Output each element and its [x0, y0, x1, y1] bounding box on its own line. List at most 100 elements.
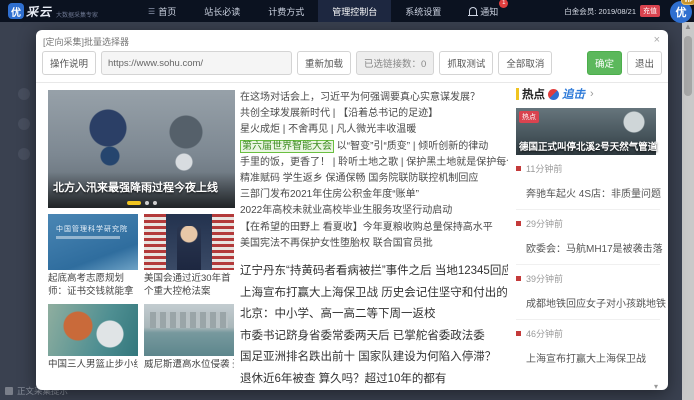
- selected-count-indicator: 已选链接数：0: [356, 51, 434, 75]
- sign-text: 中国管理科学研究院: [56, 224, 128, 234]
- yellow-bar-icon: [516, 88, 519, 100]
- headline[interactable]: 手里的饭，更香了！ | 聆听土地之歌 | 保护黑土地就是保护每个…: [240, 155, 508, 171]
- hamburger-icon: ☰: [148, 7, 155, 16]
- thumb-image-sign: 中国管理科学研究院: [48, 214, 138, 270]
- help-button[interactable]: 操作说明: [42, 51, 96, 75]
- carousel-dot[interactable]: [145, 201, 149, 205]
- news-thumb[interactable]: 威尼斯遭高水位侵袭 圣: [144, 304, 234, 372]
- scroll-down-icon[interactable]: ▾: [654, 382, 658, 390]
- headline[interactable]: 辽宁丹东“持黄码者看病被拦”事件之后 当地12345回应: [240, 261, 508, 283]
- nav-item-pricing[interactable]: 计费方式: [254, 0, 318, 22]
- hotspot-item: 46分钟前 上海宣布打赢大上海保卫战: [516, 320, 660, 374]
- headline[interactable]: 退休近6年被查 算久吗？超过10年的都有: [240, 369, 508, 390]
- headline-column: 在这场对话会上，习近平为何强调要真心实意谋发展？ 共创全球发展新时代 | 【沿着…: [240, 90, 508, 390]
- embedded-webpage: 北方入汛来最强降雨过程今夜上线 中国管理科学研究院 起底高考志愿规划师：证书交钱…: [36, 84, 668, 390]
- hotspot-sidebar: 热点 追击 › 热点 德国正式叫停北溪2号天然气管道 11分钟前 奔驰车起火 4…: [516, 86, 660, 374]
- hotspot-news-link[interactable]: 欧委会：马航MH17是被袭击落: [526, 240, 660, 255]
- nav-menu: ☰首页 站长必读 计费方式 管理控制台 系统设置 通知 1: [134, 0, 512, 22]
- page-scrollbar[interactable]: ▲: [682, 22, 694, 400]
- thumb-caption[interactable]: 中国三人男篮止步小组赛: [48, 359, 138, 372]
- headline[interactable]: 北京：中小学、高一高二等下周一返校: [240, 304, 508, 326]
- headline[interactable]: 美国宪法不再保护女性堕胎权 联合国官员批: [240, 236, 508, 252]
- cancel-all-button[interactable]: 全部取消: [498, 51, 552, 75]
- red-bullet-icon: [516, 166, 521, 171]
- nav-item-home[interactable]: ☰首页: [134, 0, 190, 22]
- headline[interactable]: 国足亚洲排名跌出前十 国家队建设为何陷入停滞？: [240, 347, 508, 369]
- hotspot-featured-card[interactable]: 热点 德国正式叫停北溪2号天然气管道: [516, 108, 656, 155]
- thumb-caption[interactable]: 起底高考志愿规划师：证书交钱就能拿: [48, 273, 138, 298]
- modal-title: [定向采集]批量选择器: [43, 35, 129, 48]
- thumb-caption[interactable]: 威尼斯遭高水位侵袭 圣: [144, 359, 234, 372]
- vip-logo-initial: 优: [676, 4, 687, 20]
- hot-badge: 热点: [519, 111, 539, 123]
- left-column: 北方入汛来最强降雨过程今夜上线 中国管理科学研究院 起底高考志愿规划师：证书交钱…: [48, 90, 235, 372]
- membership-info: 白金会员: 2019/08/21: [564, 6, 636, 17]
- scrollbar-up-icon[interactable]: ▲: [682, 22, 694, 31]
- hotspot-title-right: 追击: [562, 86, 585, 102]
- nav-item-settings[interactable]: 系统设置: [391, 0, 455, 22]
- headline[interactable]: 上海宣布打赢大上海保卫战 历史会记住坚守和付出的所有人: [240, 283, 508, 305]
- hotspot-title-left: 热点: [522, 86, 545, 102]
- confirm-button[interactable]: 确定: [587, 51, 622, 75]
- carousel-indicator: [127, 201, 157, 205]
- url-input[interactable]: [101, 51, 292, 75]
- hotspot-news-link[interactable]: 奔驰车起火 4S店：非质量问题: [526, 185, 660, 200]
- headline[interactable]: 2022年高校未就业高校毕业生服务攻坚行动启动: [240, 203, 508, 219]
- headline[interactable]: 共创全球发展新时代 | 【沿着总书记的足迹】: [240, 106, 508, 122]
- carousel-dot[interactable]: [153, 201, 157, 205]
- headline-rest[interactable]: 以“智变”引“质变” | 倾听创新的律动: [334, 141, 488, 152]
- headline[interactable]: 星火成炬 | 不舍再见 | 凡人微光丰收温暖: [240, 122, 508, 138]
- hotspot-logo-icon: [548, 89, 559, 100]
- logo-icon: 优: [8, 3, 24, 19]
- news-thumb[interactable]: 美国会通过近30年首个重大控枪法案: [144, 214, 234, 298]
- nav-item-console[interactable]: 管理控制台: [318, 0, 391, 22]
- app-logo[interactable]: 优 采云 大数据采集专家: [8, 3, 98, 20]
- selected-element-highlight[interactable]: 第六届世界智能大会: [240, 140, 334, 153]
- hotspot-header[interactable]: 热点 追击 ›: [516, 86, 660, 102]
- vip-logo[interactable]: 优 VIP: [670, 1, 692, 23]
- nav-item-notifications[interactable]: 通知 1: [455, 0, 512, 22]
- headline[interactable]: 三部门发布2021年住房公积金年度“账单”: [240, 187, 508, 203]
- hotspot-news-link[interactable]: 上海宣布打赢大上海保卫战: [526, 350, 660, 365]
- carousel-caption[interactable]: 北方入汛来最强降雨过程今夜上线: [53, 179, 218, 195]
- red-bullet-icon: [516, 221, 521, 226]
- sign-subline: [56, 236, 120, 239]
- bell-icon: [469, 7, 477, 15]
- news-thumb[interactable]: 中国管理科学研究院 起底高考志愿规划师：证书交钱就能拿: [48, 214, 138, 298]
- headline[interactable]: 在这场对话会上，习近平为何强调要真心实意谋发展？: [240, 90, 508, 106]
- nav-item-guide[interactable]: 站长必读: [190, 0, 254, 22]
- red-bullet-icon: [516, 331, 521, 336]
- hotspot-item: 11分钟前 奔驰车起火 4S店：非质量问题: [516, 155, 660, 210]
- headline-section-2: 辽宁丹东“持黄码者看病被拦”事件之后 当地12345回应 上海宣布打赢大上海保卫…: [240, 261, 508, 390]
- hotspot-news-link[interactable]: 成都地铁回应女子对小孩跳地铁: [526, 295, 660, 310]
- close-icon[interactable]: ×: [654, 34, 660, 46]
- hotspot-item: 39分钟前 成都地铁回应女子对小孩跳地铁: [516, 265, 660, 320]
- top-navbar: 优 采云 大数据采集专家 ☰首页 站长必读 计费方式 管理控制台 系统设置 通知…: [0, 0, 694, 22]
- headline-highlighted[interactable]: 第六届世界智能大会 以“智变”引“质变” | 倾听创新的律动: [240, 139, 508, 155]
- hotspot-time: 39分钟前: [516, 272, 660, 285]
- hotspot-item: 29分钟前 欧委会：马航MH17是被袭击落: [516, 210, 660, 265]
- headline[interactable]: 精准赋码 学生返乡 保通保畅 国务院联防联控机制回应: [240, 171, 508, 187]
- background-sidebar-icon: [18, 148, 30, 160]
- headline[interactable]: 【在希望的田野上 看夏收】今年夏粮收购总量保持高水平: [240, 220, 508, 236]
- headline[interactable]: 市委书记跻身省委常委两天后 已掌舵省委政法委: [240, 326, 508, 348]
- scrape-test-button[interactable]: 抓取测试: [439, 51, 493, 75]
- background-sidebar-icon: [18, 88, 30, 100]
- thumb-image-venice: [144, 304, 234, 356]
- modal-toolbar: 操作说明 重新加载 已选链接数：0 抓取测试 全部取消 确定 退出: [42, 50, 662, 76]
- scrollbar-thumb[interactable]: [684, 36, 692, 96]
- checkbox-icon: [5, 387, 13, 395]
- vip-badge: VIP: [681, 0, 694, 5]
- news-thumb[interactable]: 中国三人男篮止步小组赛: [48, 304, 138, 372]
- hotspot-time: 46分钟前: [516, 327, 660, 340]
- toolbar-divider: [36, 82, 668, 83]
- hotspot-time: 11分钟前: [516, 162, 660, 175]
- chevron-right-icon[interactable]: ›: [590, 88, 594, 100]
- carousel-image[interactable]: 北方入汛来最强降雨过程今夜上线: [48, 90, 235, 208]
- thumb-caption[interactable]: 美国会通过近30年首个重大控枪法案: [144, 273, 234, 298]
- carousel-active-dot[interactable]: [127, 201, 141, 205]
- exit-button[interactable]: 退出: [627, 51, 662, 75]
- reload-button[interactable]: 重新加载: [297, 51, 351, 75]
- hotspot-card-caption[interactable]: 德国正式叫停北溪2号天然气管道: [519, 139, 654, 153]
- recharge-button[interactable]: 充值: [640, 5, 660, 17]
